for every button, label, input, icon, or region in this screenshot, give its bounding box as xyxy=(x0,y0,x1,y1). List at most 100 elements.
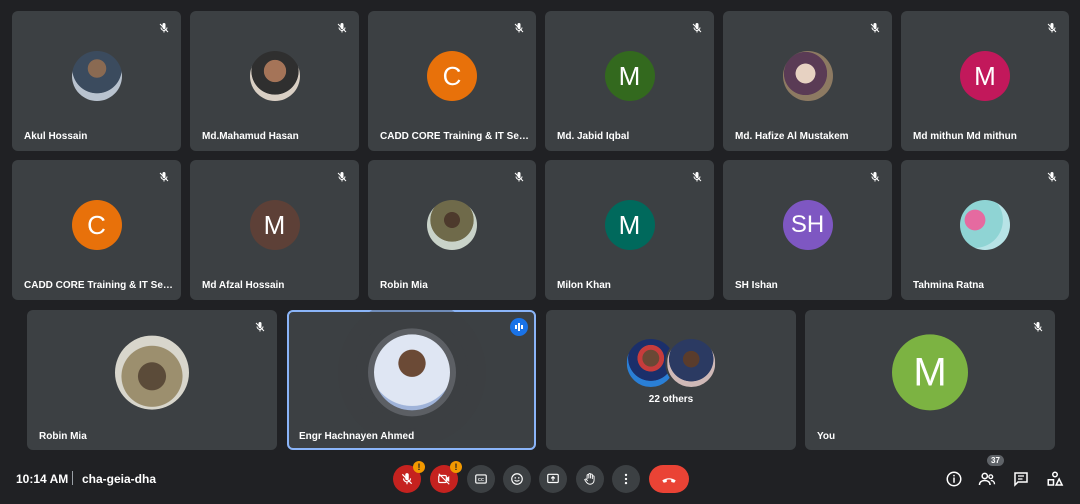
participant-name: Tahmina Ratna xyxy=(913,280,984,291)
avatar-letter: SH xyxy=(790,211,825,238)
mic-off-icon xyxy=(1029,318,1047,336)
avatar-letter: M xyxy=(618,209,641,240)
avatar: M xyxy=(960,51,1010,101)
svg-text:CC: CC xyxy=(478,477,484,482)
mic-off-icon xyxy=(510,168,528,186)
participant-count-badge: 37 xyxy=(987,455,1004,466)
chat-icon xyxy=(1014,472,1028,487)
avatar-letter: M xyxy=(618,60,641,91)
avatar: C xyxy=(71,200,122,250)
captions-icon: CC xyxy=(475,474,487,484)
mic-off-icon xyxy=(155,168,173,186)
raise-hand-icon xyxy=(584,472,595,485)
participant-tile-speaking[interactable]: Engr Hachnayen Ahmed xyxy=(287,310,536,450)
participant-tile[interactable]: M Md mithun Md mithun xyxy=(901,11,1069,151)
meeting-time: 10:14 AM xyxy=(16,472,69,486)
mic-toggle-button[interactable]: ! xyxy=(393,461,425,493)
avatar: M xyxy=(249,200,300,250)
participant-name: Md.Mahamud Hasan xyxy=(202,131,299,142)
avatar-letter: C xyxy=(87,209,106,240)
mic-off-icon xyxy=(155,19,173,37)
chat-button[interactable] xyxy=(1009,467,1033,491)
meeting-code: cha-geia-dha xyxy=(82,472,157,486)
avatar xyxy=(782,51,833,101)
avatar xyxy=(960,200,1010,250)
participant-tile[interactable]: Robin Mia xyxy=(27,310,277,450)
mic-alert-badge: ! xyxy=(413,461,425,473)
avatar: M xyxy=(604,200,655,250)
participant-name: Md Afzal Hossain xyxy=(202,280,285,291)
mic-off-icon xyxy=(333,168,351,186)
participant-tile[interactable]: C CADD CORE Training & IT Ser... xyxy=(368,11,536,151)
mic-off-icon xyxy=(510,19,528,37)
more-options-icon xyxy=(624,473,628,485)
people-icon xyxy=(978,472,996,486)
people-button[interactable] xyxy=(975,467,999,491)
avatar-letter: M xyxy=(974,60,996,91)
mic-off-icon xyxy=(1043,168,1061,186)
participant-name: Akul Hossain xyxy=(24,131,88,142)
activities-icon xyxy=(1047,471,1064,486)
participant-name: CADD CORE Training & IT Ser... xyxy=(380,131,530,142)
avatar: SH xyxy=(782,200,833,250)
participant-tile[interactable]: Akul Hossain xyxy=(12,11,181,151)
camera-off-icon xyxy=(438,473,450,485)
mic-off-icon xyxy=(1043,19,1061,37)
control-bar: 10:14 AM cha-geia-dha ! ! CC 37 xyxy=(0,452,1080,504)
meeting-details-button[interactable] xyxy=(942,467,966,491)
participant-name: Md. Hafize Al Mustakem xyxy=(735,131,849,142)
mic-off-icon xyxy=(251,318,269,336)
participant-name: Robin Mia xyxy=(380,280,428,291)
more-options-button[interactable] xyxy=(612,465,640,493)
camera-alert-badge: ! xyxy=(450,461,462,473)
mic-off-icon xyxy=(333,19,351,37)
participant-tile[interactable]: Md. Hafize Al Mustakem xyxy=(723,11,892,151)
avatar: M xyxy=(604,51,655,101)
self-tile[interactable]: M You xyxy=(805,310,1055,450)
avatar xyxy=(665,337,718,390)
participant-name: Md mithun Md mithun xyxy=(913,131,1017,142)
captions-button[interactable]: CC xyxy=(467,465,495,493)
info-icon xyxy=(946,471,962,487)
activities-button[interactable] xyxy=(1043,467,1067,491)
leave-call-button[interactable] xyxy=(649,465,689,493)
participant-name: CADD CORE Training & IT Ser... xyxy=(24,280,174,291)
raise-hand-button[interactable] xyxy=(576,465,604,493)
participant-tile[interactable]: Md.Mahamud Hasan xyxy=(190,11,359,151)
mic-off-icon xyxy=(866,168,884,186)
avatar xyxy=(71,51,122,101)
hang-up-icon xyxy=(662,478,676,483)
mic-off-icon xyxy=(401,473,413,485)
avatar-letter: C xyxy=(442,60,462,91)
participant-tile[interactable]: M Milon Khan xyxy=(545,160,714,300)
mic-off-icon xyxy=(866,19,884,37)
emoji-button[interactable] xyxy=(503,465,531,493)
present-screen-icon xyxy=(547,473,559,484)
participant-tile[interactable]: M Md Afzal Hossain xyxy=(190,160,359,300)
avatar-letter: M xyxy=(913,349,947,394)
avatar: C xyxy=(427,51,477,101)
camera-toggle-button[interactable]: ! xyxy=(430,461,462,493)
participant-name: Engr Hachnayen Ahmed xyxy=(299,431,415,442)
participant-tile[interactable]: C CADD CORE Training & IT Ser... xyxy=(12,160,181,300)
participant-tile[interactable]: Robin Mia xyxy=(368,160,536,300)
participant-name: SH Ishan xyxy=(735,280,778,291)
participant-name: Milon Khan xyxy=(557,280,611,291)
avatar-letter: M xyxy=(263,209,286,240)
participant-tile[interactable]: M Md. Jabid Iqbal xyxy=(545,11,714,151)
emoji-icon xyxy=(511,473,523,485)
participant-tile[interactable]: SH SH Ishan xyxy=(723,160,892,300)
participant-name: Robin Mia xyxy=(39,431,87,442)
avatar xyxy=(427,200,477,250)
participant-tile[interactable]: Tahmina Ratna xyxy=(901,160,1069,300)
participant-name: Md. Jabid Iqbal xyxy=(557,131,630,142)
others-count: 22 others xyxy=(648,394,694,405)
participant-name: You xyxy=(817,431,836,442)
avatar xyxy=(115,335,189,410)
mic-off-icon xyxy=(688,19,706,37)
divider xyxy=(72,471,73,485)
others-tile[interactable]: 22 others xyxy=(546,310,796,450)
avatar: M xyxy=(892,334,968,411)
mic-off-icon xyxy=(688,168,706,186)
present-button[interactable] xyxy=(539,465,567,493)
